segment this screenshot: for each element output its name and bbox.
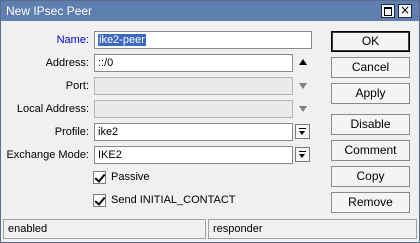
address-label: Address:: [45, 57, 89, 69]
profile-label: Profile:: [54, 126, 89, 138]
port-label: Port:: [65, 80, 89, 92]
remove-button[interactable]: Remove: [331, 192, 410, 213]
port-input[interactable]: [94, 77, 293, 95]
expand-arrow-icon[interactable]: [299, 83, 307, 89]
passive-checkbox[interactable]: [93, 171, 106, 184]
send-initial-contact-checkbox[interactable]: [93, 194, 106, 207]
passive-label: Passive: [111, 171, 150, 183]
collapse-arrow-icon[interactable]: [299, 59, 307, 65]
maximize-icon[interactable]: [381, 4, 395, 18]
close-icon[interactable]: ×: [398, 4, 412, 18]
checkmark-icon: [94, 171, 106, 183]
local-address-input[interactable]: [94, 100, 293, 118]
name-label: Name:: [56, 34, 89, 46]
ipsec-peer-dialog: New IPsec Peer × Name: ike2-peer Address…: [0, 0, 420, 243]
copy-button[interactable]: Copy: [331, 166, 410, 187]
disable-button[interactable]: Disable: [331, 114, 410, 135]
status-enabled: enabled: [3, 219, 206, 239]
status-bar: enabled responder: [3, 219, 417, 239]
name-input[interactable]: ike2-peer: [94, 31, 312, 49]
apply-button[interactable]: Apply: [331, 83, 410, 104]
exchange-mode-label: Exchange Mode:: [6, 149, 89, 161]
dropdown-icon[interactable]: [295, 124, 310, 139]
dropdown-icon[interactable]: [295, 147, 310, 162]
cancel-button[interactable]: Cancel: [331, 57, 410, 78]
expand-arrow-icon[interactable]: [299, 106, 307, 112]
window-title: New IPsec Peer: [6, 4, 93, 18]
title-bar[interactable]: New IPsec Peer ×: [1, 1, 419, 21]
send-initial-contact-label: Send INITIAL_CONTACT: [111, 194, 236, 206]
address-input[interactable]: ::/0: [94, 54, 293, 72]
ok-button[interactable]: OK: [331, 31, 410, 52]
exchange-mode-select[interactable]: IKE2: [94, 146, 293, 164]
local-address-label: Local Address:: [16, 103, 89, 115]
name-value: ike2-peer: [98, 34, 146, 46]
comment-button[interactable]: Comment: [331, 140, 410, 161]
profile-select[interactable]: ike2: [94, 123, 293, 141]
checkmark-icon: [94, 194, 106, 206]
status-mode: responder: [208, 219, 417, 239]
